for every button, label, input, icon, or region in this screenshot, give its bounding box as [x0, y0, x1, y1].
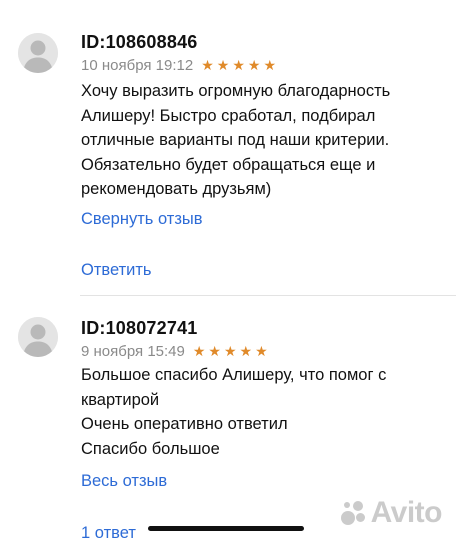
star-icon: ★ — [201, 57, 214, 73]
review-text: Хочу выразить огромную благодарность Али… — [81, 82, 391, 198]
reply-link[interactable]: Ответить — [81, 259, 152, 281]
star-icon: ★ — [255, 343, 268, 359]
avatar[interactable] — [18, 33, 58, 73]
star-icon: ★ — [263, 57, 277, 73]
avito-watermark: Avito — [339, 496, 443, 530]
review-meta: 10 ноября 19:12 ★ ★ ★ ★ ★ — [81, 55, 276, 75]
watermark-text: Avito — [370, 496, 443, 529]
user-id: ID:108072741 — [81, 318, 198, 338]
collapse-review-link[interactable]: Свернуть отзыв — [81, 208, 203, 230]
answers-link[interactable]: 1 ответ — [81, 522, 136, 544]
avatar[interactable] — [18, 317, 58, 357]
review-card: ID:108608846 10 ноября 19:12 ★ ★ ★ ★ ★ Х… — [0, 0, 456, 296]
user-id: ID:108608846 — [81, 32, 198, 52]
person-silhouette-icon — [18, 317, 58, 357]
review-date: 10 ноября 19:12 — [81, 56, 194, 74]
review-meta: 9 ноября 15:49 ★ ★ ★ ★ ★ — [81, 341, 268, 361]
review-header: ID:108608846 10 ноября 19:12 ★ ★ ★ ★ ★ — [81, 31, 276, 75]
star-icon: ★ — [192, 343, 206, 359]
star-icon: ★ — [223, 343, 237, 359]
review-header: ID:108072741 9 ноября 15:49 ★ ★ ★ ★ ★ — [81, 317, 268, 361]
rating-stars: ★ ★ ★ ★ ★ — [193, 344, 268, 358]
review-text: Большое спасибо Алишеру, что помог с ква… — [81, 366, 387, 458]
star-icon: ★ — [208, 343, 221, 359]
review-date: 9 ноября 15:49 — [81, 342, 185, 360]
home-indicator[interactable] — [148, 526, 304, 531]
star-icon: ★ — [232, 57, 245, 73]
star-icon: ★ — [247, 57, 261, 73]
avito-logo-icon — [339, 499, 367, 527]
person-silhouette-icon — [18, 33, 58, 73]
star-icon: ★ — [239, 343, 253, 359]
star-icon: ★ — [216, 57, 230, 73]
rating-stars: ★ ★ ★ ★ ★ — [201, 58, 276, 72]
full-review-link[interactable]: Весь отзыв — [81, 470, 167, 492]
